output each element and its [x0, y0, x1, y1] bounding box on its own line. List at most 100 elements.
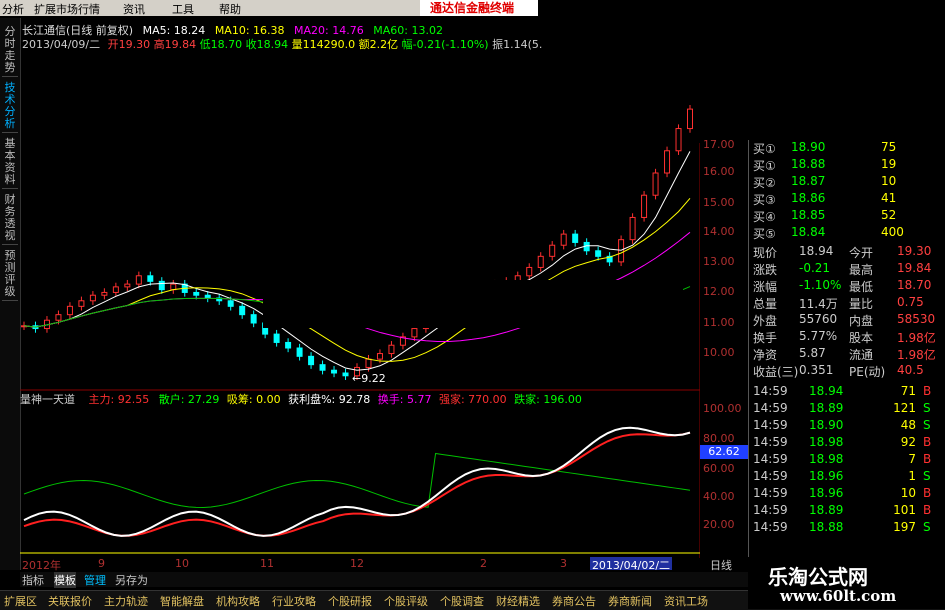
- bid-volume: 10: [881, 174, 897, 188]
- low-annotation: ←9.22: [352, 372, 386, 385]
- indicator-tick-60: 60.00: [703, 462, 735, 475]
- indicator-tick-80: 80.00: [703, 432, 735, 445]
- candle-body: [135, 275, 142, 285]
- tab-template[interactable]: 模板: [54, 572, 76, 588]
- time-label-11: 11: [260, 557, 274, 570]
- stat-value: 55760: [799, 312, 838, 326]
- bottom-tab[interactable]: 个股调查: [440, 593, 484, 609]
- tick-row: 14:59 18.94 71 B: [751, 384, 945, 400]
- time-label-9: 9: [98, 557, 105, 570]
- candle-body: [158, 280, 165, 291]
- ma10-line: [23, 197, 691, 362]
- tick-volume: 71: [900, 384, 916, 398]
- tick-volume: 92: [900, 435, 916, 449]
- stat-row: 涨幅 -1.10% 最低 18.70: [751, 278, 945, 294]
- stat-key: 换手: [753, 331, 778, 345]
- tick-volume: 10: [900, 486, 916, 500]
- bottom-tab[interactable]: 资讯工场: [664, 593, 708, 609]
- candle-body: [376, 353, 383, 360]
- tab-indicator[interactable]: 指标: [22, 572, 44, 588]
- tick-direction: B: [923, 452, 932, 466]
- indicator-lines: [23, 426, 691, 537]
- candle-body: [549, 244, 556, 257]
- candle-body: [296, 347, 303, 357]
- candle-body: [537, 255, 544, 268]
- indicator-tick-40: 40.00: [703, 490, 735, 503]
- stat-key: 最低: [849, 280, 874, 294]
- tab-tech-analysis[interactable]: 技术分析: [2, 82, 18, 133]
- tick-price: 18.90: [809, 418, 844, 432]
- bottom-tab[interactable]: 财经精选: [496, 593, 540, 609]
- stat-key: 今开: [849, 246, 874, 260]
- tab-save-as[interactable]: 另存为: [115, 572, 148, 588]
- price-tick-15: 15.00: [703, 196, 735, 209]
- menu-item-analysis[interactable]: 分析: [2, 1, 24, 17]
- price-tick-12: 12.00: [703, 285, 735, 298]
- menu-item-news[interactable]: 资讯: [123, 1, 145, 17]
- indicator-white-line: [23, 426, 691, 537]
- candle-body: [147, 275, 154, 282]
- logo-url: www.60lt.com: [780, 587, 897, 605]
- bid-row: 买① 18.88 19: [751, 157, 945, 173]
- tick-volume: 7: [908, 452, 916, 466]
- stat-key: 流通: [849, 348, 874, 362]
- price-tick-16: 16.00: [703, 165, 735, 178]
- indicator-title: 量神一天道: [20, 393, 75, 406]
- tick-direction: S: [923, 401, 931, 415]
- stat-key: 量比: [849, 297, 874, 311]
- candle-body: [629, 216, 636, 241]
- time-label-3: 3: [560, 557, 567, 570]
- bottom-tab[interactable]: 扩展区: [4, 593, 37, 609]
- bid-volume: 75: [881, 140, 897, 154]
- tick-time: 14:59: [753, 486, 788, 500]
- stat-value: 18.94: [799, 244, 834, 258]
- stat-value: 1.98亿: [897, 348, 936, 362]
- candle-body: [342, 372, 349, 377]
- tick-volume: 121: [893, 401, 916, 415]
- stat-key: 最高: [849, 263, 874, 277]
- bottom-tab[interactable]: 智能解盘: [160, 593, 204, 609]
- tick-time: 14:59: [753, 435, 788, 449]
- bottom-tab[interactable]: 券商公告: [552, 593, 596, 609]
- bottom-tab[interactable]: 行业攻略: [272, 593, 316, 609]
- tick-time: 14:59: [753, 503, 788, 517]
- bid-row: 买① 18.90 75: [751, 140, 945, 156]
- candle-body: [675, 128, 682, 152]
- chart-area[interactable]: 长江通信(日线 前复权) MA5: 18.24 MA10: 16.38 MA20…: [20, 18, 700, 558]
- stat-value: -1.10%: [799, 278, 842, 292]
- tick-volume: 197: [893, 520, 916, 534]
- stat-value: 19.84: [897, 261, 932, 275]
- time-label-2: 2: [480, 557, 487, 570]
- tick-direction: S: [923, 418, 931, 432]
- period-mode[interactable]: 日线: [710, 557, 732, 573]
- menu-item-ext-market[interactable]: 扩展市场行情: [34, 1, 100, 17]
- stat-key: 收益(三): [753, 365, 799, 379]
- candle-body: [319, 364, 326, 371]
- menu-item-help[interactable]: 帮助: [219, 1, 241, 17]
- tick-direction: S: [923, 469, 931, 483]
- ma5-line: [23, 151, 691, 371]
- candle-body: [388, 344, 395, 355]
- bid-volume: 400: [881, 225, 904, 239]
- stat-key: 内盘: [849, 314, 874, 328]
- tab-manage[interactable]: 管理: [84, 572, 106, 588]
- tick-row: 14:59 18.96 10 B: [751, 486, 945, 502]
- stat-value: 11.4万: [799, 297, 838, 311]
- bottom-tab[interactable]: 券商新闻: [608, 593, 652, 609]
- tab-basic-info[interactable]: 基本资料: [2, 138, 18, 189]
- tab-time-trend[interactable]: 分时走势: [2, 26, 18, 77]
- tab-forecast[interactable]: 预测评级: [2, 250, 18, 301]
- bid-price: 18.85: [791, 208, 826, 222]
- moving-average-lines: [23, 151, 691, 371]
- stat-key: PE(动): [849, 365, 886, 379]
- bottom-tab[interactable]: 个股评级: [384, 593, 428, 609]
- bottom-tab[interactable]: 个股研报: [328, 593, 372, 609]
- bottom-tab[interactable]: 关联报价: [48, 593, 92, 609]
- candle-body: [285, 341, 292, 349]
- bottom-tab[interactable]: 主力轨迹: [104, 593, 148, 609]
- tab-finance[interactable]: 财务透视: [2, 194, 18, 245]
- quote-panel: 买① 18.90 75 买① 18.88 19 买② 18.87 10 买③ 18.86 41 买④ 18…: [748, 140, 945, 560]
- bottom-tab[interactable]: 机构攻略: [216, 593, 260, 609]
- bid-volume: 19: [881, 157, 897, 171]
- menu-item-tools[interactable]: 工具: [172, 1, 194, 17]
